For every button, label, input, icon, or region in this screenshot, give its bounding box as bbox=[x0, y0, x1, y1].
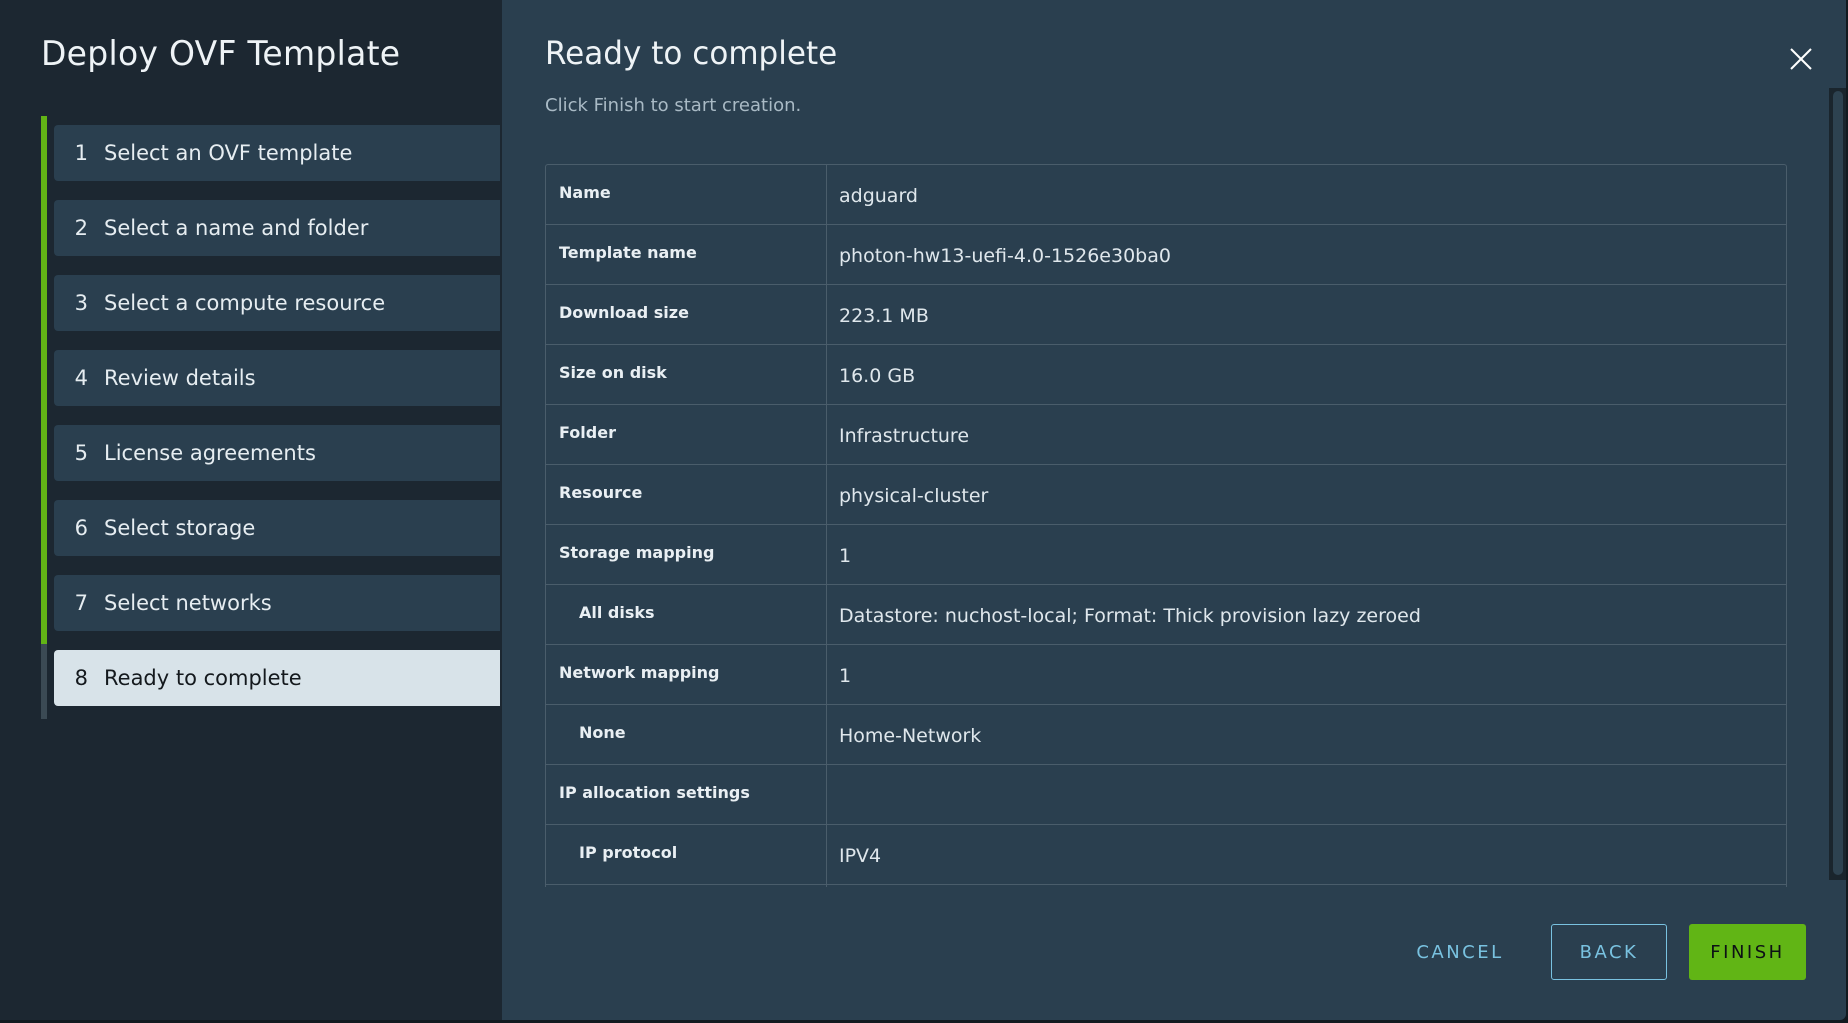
summary-row: IP allocationStatic - Manual bbox=[546, 884, 1786, 887]
wizard-step-4[interactable]: 4 Review details bbox=[54, 350, 500, 406]
summary-row-value: 1 bbox=[826, 524, 1786, 585]
step-label: Select a compute resource bbox=[104, 291, 386, 315]
summary-row-value bbox=[826, 764, 1786, 825]
summary-row-value: Infrastructure bbox=[826, 404, 1786, 465]
wizard-footer: CANCEL BACK FINISH bbox=[1399, 924, 1806, 980]
page-title: Ready to complete bbox=[545, 34, 838, 72]
summary-row-value: 16.0 GB bbox=[826, 344, 1786, 405]
summary-row-value: Static - Manual bbox=[826, 884, 1786, 887]
step-number: 1 bbox=[74, 141, 88, 165]
step-label: Select an OVF template bbox=[104, 141, 353, 165]
summary-row-label: IP allocation settings bbox=[546, 764, 827, 825]
summary-row: Template name photon-hw13-uefi-4.0-1526e3… bbox=[546, 224, 1786, 285]
summary-row-value: Home-Network bbox=[826, 704, 1786, 765]
summary-row-value: photon-hw13-uefi-4.0-1526e30ba0 bbox=[826, 224, 1786, 285]
summary-row-label: None bbox=[546, 704, 827, 765]
summary-row-label: All disks bbox=[546, 584, 827, 645]
wizard-step-3[interactable]: 3 Select a compute resource bbox=[54, 275, 500, 331]
wizard-title: Deploy OVF Template bbox=[41, 34, 401, 74]
summary-row: Download size 223.1 MB bbox=[546, 284, 1786, 345]
wizard-step-5[interactable]: 5 License agreements bbox=[54, 425, 500, 481]
step-number: 3 bbox=[74, 291, 88, 315]
summary-row-value: Datastore: nuchost-local; Format: Thick … bbox=[826, 584, 1786, 645]
summary-row-label: Template name bbox=[546, 224, 827, 285]
wizard-step-8[interactable]: 8 Ready to complete bbox=[54, 650, 500, 706]
step-label: Select a name and folder bbox=[104, 216, 369, 240]
summary-row-label: Size on disk bbox=[546, 344, 827, 405]
wizard-step-1[interactable]: 1 Select an OVF template bbox=[54, 125, 500, 181]
wizard-step-7[interactable]: 7 Select networks bbox=[54, 575, 500, 631]
step-label: Ready to complete bbox=[104, 666, 302, 690]
summary-row-value: 223.1 MB bbox=[826, 284, 1786, 345]
step-number: 4 bbox=[74, 366, 88, 390]
summary-row: IP protocol IPV4 bbox=[546, 824, 1786, 885]
step-number: 7 bbox=[74, 591, 88, 615]
summary-row-label: IP allocation bbox=[546, 884, 827, 887]
step-number: 2 bbox=[74, 216, 88, 240]
summary-row: All disks Datastore: nuchost-local; Forma… bbox=[546, 584, 1786, 645]
summary-row: Folder Infrastructure bbox=[546, 404, 1786, 465]
wizard-progress-fill bbox=[41, 116, 47, 644]
close-icon bbox=[1790, 48, 1812, 70]
step-number: 8 bbox=[74, 666, 88, 690]
summary-row-label: Storage mapping bbox=[546, 524, 827, 585]
back-button[interactable]: BACK bbox=[1551, 924, 1667, 980]
summary-row: Name adguard bbox=[546, 165, 1786, 225]
summary-row-value: physical-cluster bbox=[826, 464, 1786, 525]
summary-row-label: Network mapping bbox=[546, 644, 827, 705]
summary-row: Network mapping 1 bbox=[546, 644, 1786, 705]
summary-row: None Home-Network bbox=[546, 704, 1786, 765]
step-label: License agreements bbox=[104, 441, 316, 465]
summary-row-value: 1 bbox=[826, 644, 1786, 705]
wizard-sidebar: Deploy OVF Template 1 Select an OVF templ… bbox=[0, 0, 502, 1020]
summary-row: Resource physical-cluster bbox=[546, 464, 1786, 525]
deploy-ovf-dialog: Deploy OVF Template 1 Select an OVF templ… bbox=[0, 0, 1846, 1020]
wizard-steps: 1 Select an OVF template 2 Select a name a… bbox=[54, 125, 500, 725]
summary-row: IP allocation settings bbox=[546, 764, 1786, 825]
wizard-step-2[interactable]: 2 Select a name and folder bbox=[54, 200, 500, 256]
summary-row: Size on disk 16.0 GB bbox=[546, 344, 1786, 405]
summary-row-label: Resource bbox=[546, 464, 827, 525]
finish-button[interactable]: FINISH bbox=[1689, 924, 1806, 980]
step-number: 5 bbox=[74, 441, 88, 465]
step-number: 6 bbox=[74, 516, 88, 540]
close-button[interactable] bbox=[1788, 46, 1814, 72]
summary-table: Name adguard Template name photon-hw13-uefi… bbox=[545, 164, 1787, 887]
step-label: Review details bbox=[104, 366, 256, 390]
scrollbar-thumb[interactable] bbox=[1833, 91, 1843, 875]
step-label: Select storage bbox=[104, 516, 256, 540]
summary-row-label: IP protocol bbox=[546, 824, 827, 885]
vertical-scrollbar[interactable] bbox=[1829, 88, 1846, 880]
wizard-step-6[interactable]: 6 Select storage bbox=[54, 500, 500, 556]
summary-row: Storage mapping 1 bbox=[546, 524, 1786, 585]
cancel-button[interactable]: CANCEL bbox=[1399, 924, 1521, 980]
page-subtitle: Click Finish to start creation. bbox=[545, 95, 802, 116]
summary-row-value: adguard bbox=[826, 165, 1786, 225]
summary-row-label: Folder bbox=[546, 404, 827, 465]
summary-row-label: Download size bbox=[546, 284, 827, 345]
wizard-progress-track bbox=[41, 116, 47, 719]
summary-row-label: Name bbox=[546, 165, 827, 225]
wizard-content: Ready to complete Click Finish to start … bbox=[502, 0, 1846, 1020]
step-label: Select networks bbox=[104, 591, 272, 615]
summary-row-value: IPV4 bbox=[826, 824, 1786, 885]
